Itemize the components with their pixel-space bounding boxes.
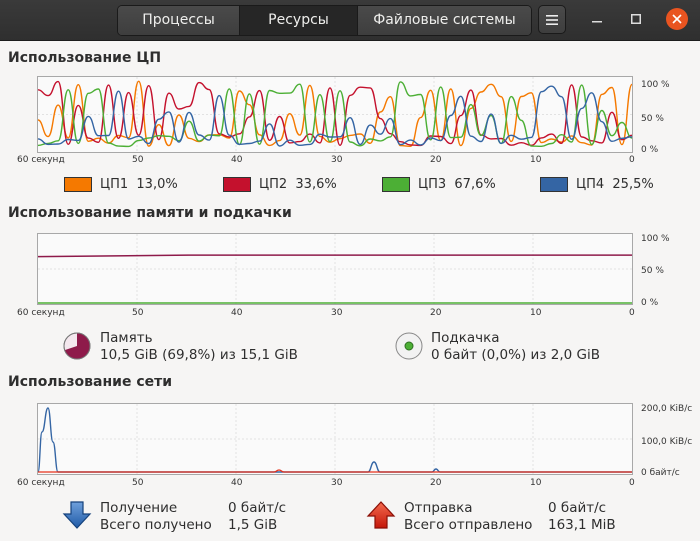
cpu1-value: 13,0%: [136, 177, 178, 192]
receive-total-label: Всего получено: [100, 517, 212, 533]
receive-rate: 0 байт/с: [228, 500, 287, 516]
swap-pie-icon[interactable]: [394, 331, 424, 361]
cpu1-name: ЦП1: [100, 177, 129, 192]
cpu-x-tick: 60 секунд: [17, 155, 65, 165]
cpu-x-tick: 30: [331, 155, 343, 165]
network-x-tick: 0: [629, 478, 635, 488]
memory-graph: [37, 233, 633, 305]
cpu-y-tick-0: 0 %: [641, 145, 659, 155]
send-arrow-icon[interactable]: [366, 500, 396, 530]
view-switcher: Процессы Ресурсы Файловые системы: [117, 5, 532, 36]
minimize-button[interactable]: [586, 8, 608, 30]
network-y-tick-mid: 100,0 KiB/с: [641, 437, 693, 447]
cpu1-color-button[interactable]: [64, 177, 92, 192]
cpu4-name: ЦП4: [576, 177, 605, 192]
cpu3-legend: ЦП3 67,6%: [382, 177, 496, 192]
memory-x-tick: 40: [231, 308, 243, 318]
network-x-tick: 40: [231, 478, 243, 488]
memory-y-tick-0: 0 %: [641, 298, 659, 308]
send-rate: 0 байт/с: [548, 500, 607, 516]
memory-label: Память: [100, 330, 153, 346]
cpu-x-tick: 50: [132, 155, 144, 165]
maximize-button[interactable]: [625, 8, 647, 30]
cpu-y-tick-50: 50 %: [641, 114, 664, 124]
cpu1-legend: ЦП1 13,0%: [64, 177, 178, 192]
cpu-graph: [37, 76, 633, 153]
swap-value: 0 байт (0,0%) из 2,0 GiB: [431, 347, 601, 363]
send-history-line: [38, 469, 632, 473]
cpu2-value: 33,6%: [295, 177, 337, 192]
cpu4-color-button[interactable]: [540, 177, 568, 192]
cpu-x-tick: 0: [629, 155, 635, 165]
cpu2-color-button[interactable]: [223, 177, 251, 192]
menu-button[interactable]: [538, 5, 566, 34]
cpu-y-tick-100: 100 %: [641, 80, 670, 90]
send-label: Отправка: [404, 500, 473, 516]
memory-x-tick: 50: [132, 308, 144, 318]
cpu-x-tick: 40: [231, 155, 243, 165]
memory-section-title: Использование памяти и подкачки: [8, 205, 292, 221]
network-section-title: Использование сети: [8, 374, 173, 390]
close-button[interactable]: [666, 8, 688, 30]
hamburger-menu-icon: [546, 14, 558, 25]
network-x-tick: 30: [331, 478, 343, 488]
memory-value: 10,5 GiB (69,8%) из 15,1 GiB: [100, 347, 298, 363]
tab-processes[interactable]: Процессы: [118, 6, 240, 35]
memory-x-tick: 60 секунд: [17, 308, 65, 318]
cpu3-name: ЦП3: [418, 177, 447, 192]
minimize-icon: [592, 21, 602, 23]
maximize-icon: [631, 14, 641, 24]
cpu-section-title: Использование ЦП: [8, 50, 162, 66]
close-icon: [672, 14, 682, 24]
memory-x-tick: 30: [331, 308, 343, 318]
network-graph: [37, 403, 633, 475]
cpu4-value: 25,5%: [612, 177, 654, 192]
tab-resources[interactable]: Ресурсы: [240, 6, 358, 35]
tab-file-systems[interactable]: Файловые системы: [358, 6, 531, 35]
receive-arrow-icon[interactable]: [62, 500, 92, 530]
network-x-tick: 20: [430, 478, 442, 488]
cpu3-value: 67,6%: [454, 177, 496, 192]
send-total-label: Всего отправлено: [404, 517, 533, 533]
network-y-tick-zero: 0 байт/с: [641, 468, 680, 478]
memory-y-tick-100: 100 %: [641, 234, 670, 244]
cpu3-color-button[interactable]: [382, 177, 410, 192]
receive-total: 1,5 GiB: [228, 517, 278, 533]
cpu-x-tick: 20: [430, 155, 442, 165]
send-total: 163,1 MiB: [548, 517, 616, 533]
network-x-tick: 10: [530, 478, 542, 488]
cpu2-legend: ЦП2 33,6%: [223, 177, 337, 192]
memory-y-tick-50: 50 %: [641, 266, 664, 276]
cpu4-legend: ЦП4 25,5%: [540, 177, 654, 192]
network-x-tick: 60 секунд: [17, 478, 65, 488]
swap-label: Подкачка: [431, 330, 500, 346]
memory-x-tick: 0: [629, 308, 635, 318]
memory-pie-icon[interactable]: [62, 331, 92, 361]
header-bar: Процессы Ресурсы Файловые системы: [0, 0, 700, 41]
cpu-x-tick: 10: [530, 155, 542, 165]
network-x-tick: 50: [132, 478, 144, 488]
memory-x-tick: 20: [430, 308, 442, 318]
memory-x-tick: 10: [530, 308, 542, 318]
receive-label: Получение: [100, 500, 178, 516]
network-y-tick-top: 200,0 KiB/с: [641, 404, 693, 414]
cpu2-name: ЦП2: [259, 177, 288, 192]
